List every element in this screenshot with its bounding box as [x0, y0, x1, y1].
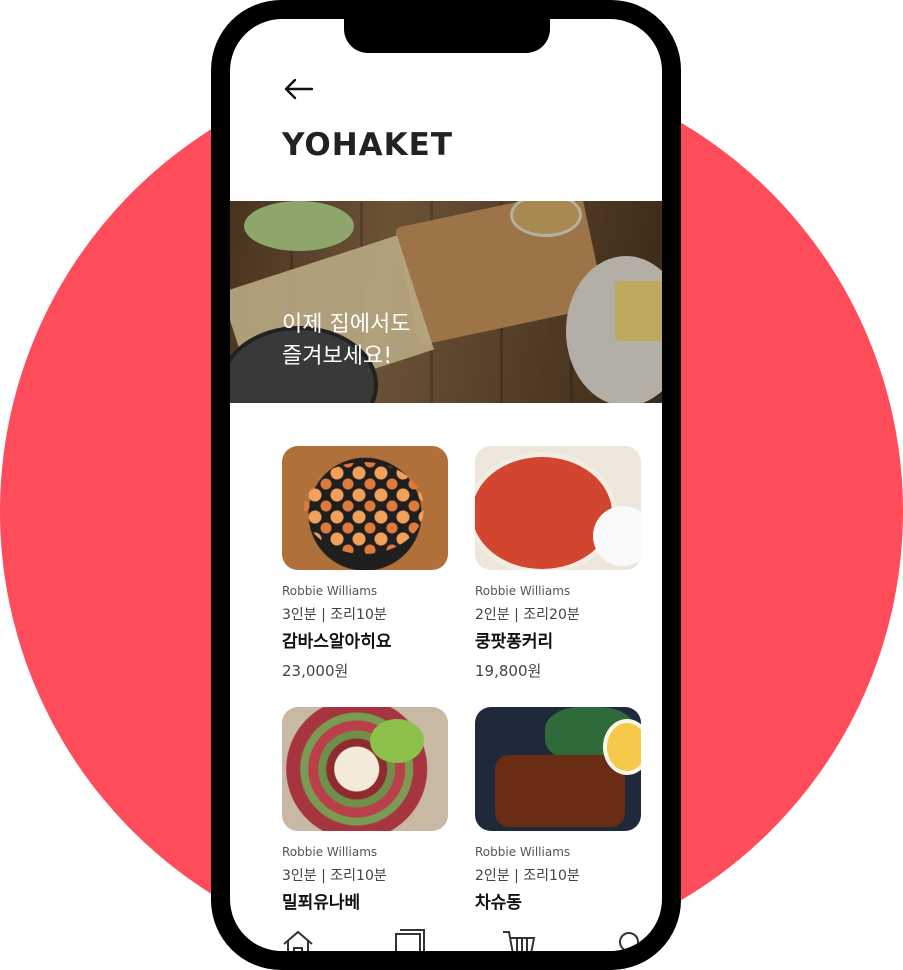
product-name[interactable]: 밀푀유나베: [282, 888, 360, 913]
product-author: Robbie Williams: [475, 845, 571, 859]
phone-frame: YOHAKET 이제 집에서도 즐겨보세요! Robbie Williams 3…: [211, 0, 681, 970]
product-price: 23,000원: [282, 662, 349, 680]
page-title: YOHAKET: [282, 127, 453, 163]
app-screen: YOHAKET 이제 집에서도 즐겨보세요! Robbie Williams 3…: [230, 19, 662, 951]
banner-line-2: 즐겨보세요!: [282, 344, 393, 369]
product-card[interactable]: Robbie Williams 2인분 | 조리20분 쿵팟퐁커리 19,800…: [475, 446, 641, 680]
product-image-nabe[interactable]: [282, 707, 448, 831]
bottom-tab-bar: [230, 914, 662, 951]
product-price: 19,800원: [475, 662, 542, 680]
back-arrow-icon[interactable]: [282, 77, 316, 101]
cart-icon[interactable]: [501, 928, 537, 951]
banner-line-1: 이제 집에서도: [282, 312, 411, 337]
phone-notch: [344, 19, 550, 53]
home-icon[interactable]: [280, 928, 316, 951]
product-meta: 2인분 | 조리20분: [475, 607, 580, 623]
product-meta: 2인분 | 조리10분: [475, 868, 580, 884]
search-icon[interactable]: [612, 928, 648, 951]
product-card[interactable]: Robbie Williams 3인분 | 조리10분 감바스알아히요 23,0…: [282, 446, 448, 680]
product-card[interactable]: Robbie Williams 2인분 | 조리10분 차슈동: [475, 707, 641, 913]
product-name[interactable]: 쿵팟퐁커리: [475, 627, 553, 652]
product-image-chashu[interactable]: [475, 707, 641, 831]
promo-banner[interactable]: 이제 집에서도 즐겨보세요!: [230, 201, 662, 403]
product-card[interactable]: Robbie Williams 3인분 | 조리10분 밀푀유나베: [282, 707, 448, 913]
product-name[interactable]: 감바스알아히요: [282, 627, 391, 652]
product-meta: 3인분 | 조리10분: [282, 607, 387, 623]
product-author: Robbie Williams: [282, 584, 378, 598]
banner-headline: 이제 집에서도 즐겨보세요!: [282, 309, 410, 373]
product-meta: 3인분 | 조리10분: [282, 868, 387, 884]
product-author: Robbie Williams: [475, 584, 571, 598]
product-name[interactable]: 차슈동: [475, 888, 522, 913]
product-author: Robbie Williams: [282, 845, 378, 859]
product-image-gambas[interactable]: [282, 446, 448, 570]
recipe-book-icon[interactable]: [392, 928, 428, 951]
product-image-curry[interactable]: [475, 446, 641, 570]
